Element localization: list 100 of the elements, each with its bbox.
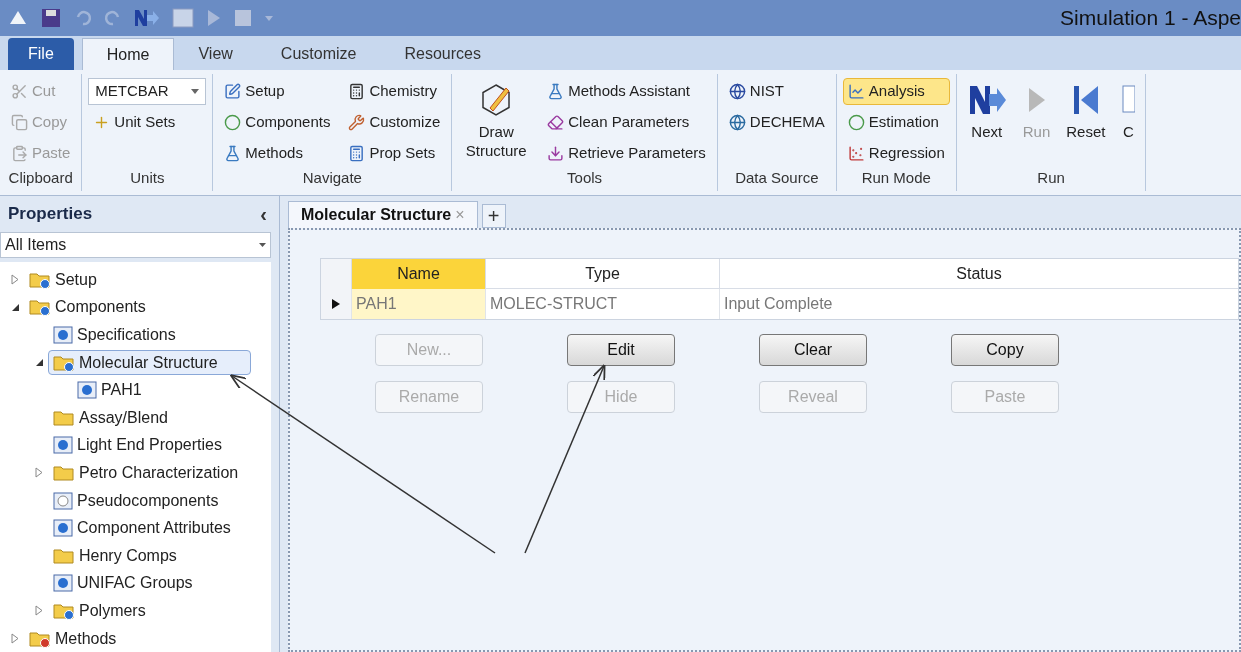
table-cell: Input Complete	[719, 289, 1238, 319]
dropdown-caret-icon	[191, 89, 200, 94]
caret-icon[interactable]	[264, 13, 274, 23]
ribbon-button[interactable]: Customize	[343, 109, 446, 136]
collapsed-triangle-icon[interactable]	[11, 274, 19, 286]
table-cell: PAH1	[351, 289, 485, 319]
ribbon-button[interactable]: DECHEMA	[723, 109, 830, 136]
download-icon	[547, 145, 565, 162]
ribbon-group-label: Data Source	[734, 168, 820, 188]
ribbon-tab[interactable]: Customize	[256, 38, 381, 70]
stop-icon[interactable]	[234, 9, 252, 27]
folder-icon	[53, 601, 75, 620]
row-pointer-icon	[332, 299, 340, 309]
table-cell: MOLEC-STRUCT	[485, 289, 719, 319]
panel-title: Properties	[8, 203, 93, 226]
collapsed-triangle-icon[interactable]	[11, 633, 19, 644]
folder-icon	[53, 353, 75, 372]
file-tab[interactable]: File	[8, 38, 74, 70]
action-button[interactable]: Clear	[759, 334, 867, 366]
ribbon-group-label: Clipboard	[7, 168, 74, 188]
form-icon	[77, 381, 97, 400]
unit-set-dropdown[interactable]: METCBAR	[88, 78, 207, 105]
folder-icon	[53, 463, 75, 482]
globe-icon	[728, 83, 746, 100]
form-icon	[53, 436, 73, 455]
ribbon-large-button[interactable]: C	[1117, 78, 1140, 167]
ribbon-button[interactable]: Clean Parameters	[542, 109, 711, 136]
ribbon-group-label: Run Mode	[860, 168, 932, 188]
ribbon-button[interactable]: Retrieve Parameters	[542, 140, 711, 167]
document-tab[interactable]: Molecular Structure ×	[288, 201, 478, 228]
redo-icon[interactable]	[104, 9, 122, 27]
ribbon-button[interactable]: Chemistry	[343, 78, 446, 105]
eraser-icon	[547, 114, 565, 131]
ribbon-button[interactable]: Setup	[219, 78, 336, 105]
clipboard-icon	[11, 145, 28, 162]
ribbon-large-button[interactable]: Reset	[1062, 78, 1110, 167]
tree-item[interactable]: Petro Characterization	[48, 460, 244, 486]
ribbon-button[interactable]: Estimation	[842, 109, 950, 136]
collapsed-triangle-icon[interactable]	[35, 605, 43, 617]
tree-item[interactable]: Pseudocomponents	[48, 488, 224, 514]
action-button[interactable]: Copy	[951, 334, 1059, 366]
chart-icon	[847, 83, 865, 100]
tree-item[interactable]: Setup	[24, 267, 102, 293]
folder-icon	[53, 546, 75, 565]
scissors-icon	[11, 83, 28, 100]
action-button[interactable]: Edit	[567, 334, 675, 366]
folder-icon	[29, 270, 51, 289]
folder-icon	[53, 408, 75, 427]
ribbon-button[interactable]: Components	[219, 109, 336, 136]
ribbon-tab[interactable]: Resources	[380, 38, 505, 70]
ribbon-button[interactable]: Prop Sets	[343, 140, 446, 167]
ribbon-large-button[interactable]: Next	[962, 78, 1011, 167]
ribbon-group-label: Tools	[566, 168, 604, 188]
ribbon-button[interactable]: Methods	[219, 140, 336, 167]
collapsed-triangle-icon[interactable]	[35, 467, 43, 479]
ribbon-button[interactable]: Unit Sets	[88, 109, 207, 136]
calculator-icon	[348, 83, 366, 100]
column-header[interactable]: Name	[351, 259, 485, 289]
tree-item[interactable]: Component Attributes	[48, 515, 236, 541]
collapse-button[interactable]: ‹	[256, 199, 271, 229]
form-icon	[53, 491, 73, 510]
calculator-icon	[348, 145, 366, 162]
filter-dropdown[interactable]: All Items	[0, 232, 271, 258]
flask-icon	[547, 83, 565, 100]
ribbon-button[interactable]: NIST	[723, 78, 830, 105]
flask-icon	[224, 145, 242, 162]
next-arrow-icon[interactable]	[134, 8, 160, 28]
folder-icon	[29, 629, 51, 648]
ribbon-button[interactable]: Regression	[842, 140, 950, 167]
expanded-triangle-icon[interactable]	[10, 302, 20, 312]
tree-item[interactable]: PAH1	[72, 377, 147, 403]
tree-item[interactable]: Methods	[24, 626, 122, 651]
save-icon[interactable]	[40, 7, 62, 29]
wrench-icon	[348, 114, 366, 131]
tree-item[interactable]: UNIFAC Groups	[48, 570, 198, 596]
tree-item[interactable]: Molecular Structure	[48, 350, 251, 376]
form-icon	[53, 326, 73, 344]
new-tab-button[interactable]: +	[481, 204, 506, 228]
pencil-form-icon	[224, 83, 242, 100]
row-selector[interactable]	[321, 289, 351, 319]
ribbon-large-button[interactable]: Draw Structure	[458, 78, 535, 167]
ribbon-tab[interactable]: View	[174, 38, 257, 70]
ball-icon	[224, 114, 242, 131]
undo-icon[interactable]	[74, 9, 92, 27]
expanded-triangle-icon[interactable]	[34, 358, 44, 368]
ribbon-button[interactable]: Analysis	[842, 78, 950, 105]
tree-item[interactable]: Assay/Blend	[48, 405, 173, 431]
ribbon-button[interactable]: Methods Assistant	[542, 78, 711, 105]
column-header[interactable]: Type	[485, 259, 719, 289]
tree-item[interactable]: Components	[24, 294, 151, 320]
ribbon-group-label: Units	[129, 168, 166, 188]
play-icon[interactable]	[206, 8, 222, 28]
ball-icon	[847, 114, 865, 131]
ribbon-tab[interactable]: Home	[81, 38, 175, 70]
dropdown-caret-icon	[259, 243, 266, 247]
tree-item[interactable]: Polymers	[48, 598, 151, 624]
tree-item[interactable]: Light End Properties	[48, 432, 227, 458]
tree-item[interactable]: Henry Comps	[48, 543, 182, 569]
tree-item[interactable]: Specifications	[48, 322, 181, 348]
column-header[interactable]: Status	[719, 259, 1238, 289]
